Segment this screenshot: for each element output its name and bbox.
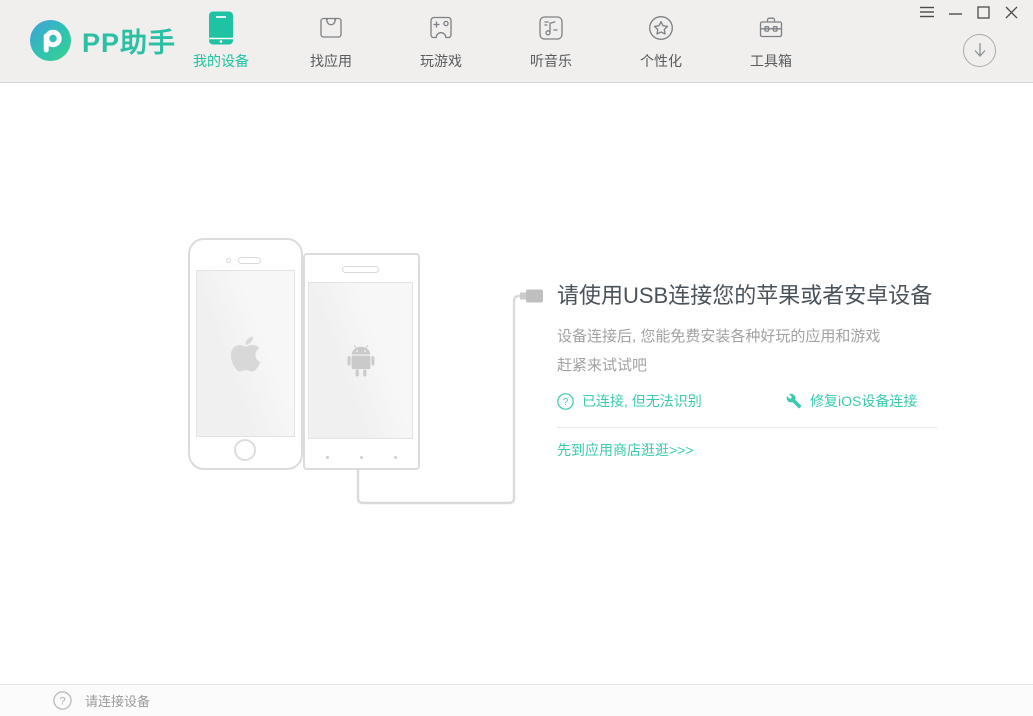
- android-speaker: [342, 266, 379, 273]
- main-nav: 我的设备 找应用: [190, 8, 850, 71]
- tab-toolbox[interactable]: 工具箱: [740, 8, 802, 71]
- tab-play-games[interactable]: 玩游戏: [410, 8, 472, 71]
- description-line: 赶紧来试试吧: [557, 351, 947, 380]
- iphone-camera-dot: [226, 258, 231, 263]
- status-bar: ? 请连接设备: [0, 684, 1033, 716]
- tab-listen-music[interactable]: 听音乐: [520, 8, 582, 71]
- iphone-home-button: [234, 439, 256, 461]
- star-circle-icon: [630, 8, 692, 48]
- tab-label: 我的设备: [190, 51, 252, 71]
- window-controls: [907, 4, 1019, 20]
- pp-logo-icon: [30, 20, 71, 61]
- wrench-icon: [786, 393, 802, 409]
- svg-text:?: ?: [563, 397, 569, 408]
- connected-not-recognized-link[interactable]: ? 已连接, 但无法识别: [557, 391, 702, 411]
- iphone-speaker: [238, 257, 261, 264]
- visit-app-store-link[interactable]: 先到应用商店逛逛>>>: [557, 440, 694, 460]
- shopping-bag-icon: [300, 8, 362, 48]
- link-label: 已连接, 但无法识别: [582, 391, 702, 411]
- minimize-icon[interactable]: [947, 4, 963, 20]
- download-circle-icon[interactable]: [963, 34, 996, 67]
- tab-personalization[interactable]: 个性化: [630, 8, 692, 71]
- menu-icon[interactable]: [919, 4, 935, 20]
- tab-label: 找应用: [300, 51, 362, 71]
- fix-ios-connection-link[interactable]: 修复iOS设备连接: [786, 391, 917, 411]
- status-text: 请连接设备: [85, 691, 150, 710]
- header-bar: PP助手 我的设备: [0, 0, 1033, 83]
- iphone-screen: [196, 270, 295, 437]
- description-line: 设备连接后, 您能免费安装各种好玩的应用和游戏: [557, 322, 947, 351]
- app-window: PP助手 我的设备: [0, 0, 1033, 716]
- android-phone-illustration: [303, 253, 420, 470]
- tab-label: 玩游戏: [410, 51, 472, 71]
- maximize-icon[interactable]: [975, 4, 991, 20]
- tab-label: 个性化: [630, 51, 692, 71]
- svg-text:?: ?: [59, 696, 65, 708]
- connect-description: 设备连接后, 您能免费安装各种好玩的应用和游戏 赶紧来试试吧: [557, 322, 947, 380]
- usb-plug-icon: [520, 290, 543, 303]
- panel-divider: [557, 427, 937, 428]
- toolbox-icon: [740, 8, 802, 48]
- app-title: PP助手: [82, 21, 176, 60]
- help-links-row: ? 已连接, 但无法识别 修复iOS设备连接: [557, 391, 947, 411]
- link-label: 修复iOS设备连接: [810, 391, 917, 411]
- android-robot-icon: [345, 344, 377, 378]
- main-content: 请使用USB连接您的苹果或者安卓设备 设备连接后, 您能免费安装各种好玩的应用和…: [0, 84, 1033, 684]
- tab-label: 听音乐: [520, 51, 582, 71]
- apple-logo-icon: [229, 334, 262, 374]
- app-logo: PP助手: [30, 20, 176, 61]
- gamepad-icon: [410, 8, 472, 48]
- tab-find-apps[interactable]: 找应用: [300, 8, 362, 71]
- tab-my-device[interactable]: 我的设备: [190, 8, 252, 71]
- close-icon[interactable]: [1003, 4, 1019, 20]
- my-device-phone-icon: [190, 8, 252, 48]
- music-note-icon: [520, 8, 582, 48]
- tab-label: 工具箱: [740, 51, 802, 71]
- android-nav-dots: [305, 456, 418, 459]
- connect-heading: 请使用USB连接您的苹果或者安卓设备: [557, 282, 947, 310]
- help-question-circle-icon[interactable]: ?: [53, 691, 72, 710]
- iphone-illustration: [188, 238, 303, 470]
- question-circle-icon: ?: [557, 393, 574, 410]
- android-screen: [308, 282, 413, 439]
- connect-panel: 请使用USB连接您的苹果或者安卓设备 设备连接后, 您能免费安装各种好玩的应用和…: [557, 282, 947, 460]
